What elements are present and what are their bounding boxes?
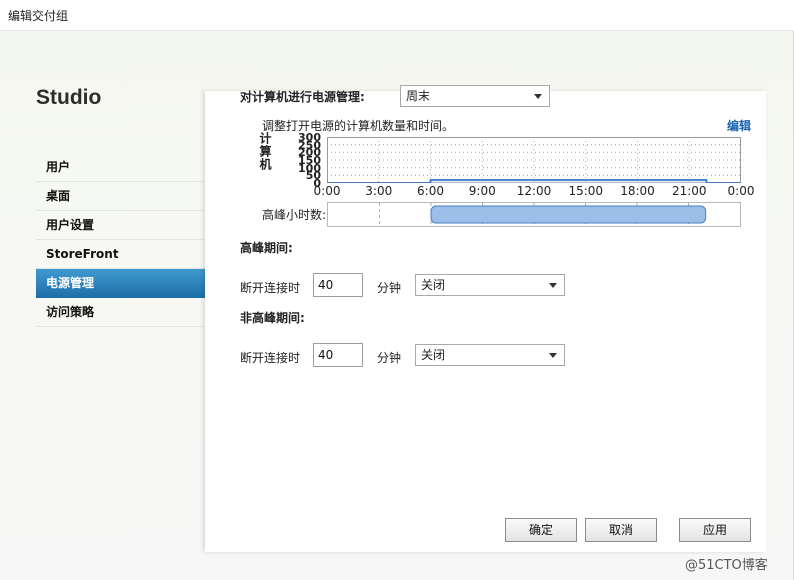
title-bar: 编辑交付组: [0, 0, 794, 31]
peak-hours-bar[interactable]: [430, 205, 707, 224]
sidebar-item-power-management[interactable]: 电源管理: [36, 269, 217, 298]
apply-button[interactable]: 应用: [679, 518, 751, 542]
offpeak-heading: 非高峰期间:: [240, 311, 305, 325]
x-tick-label: 18:00: [620, 184, 655, 198]
peak-hours-track: [327, 202, 741, 227]
x-tick-label: 6:00: [417, 184, 444, 198]
ok-button[interactable]: 确定: [505, 518, 577, 542]
x-tick-label: 3:00: [365, 184, 393, 198]
sidebar-item-users[interactable]: 用户: [36, 153, 205, 182]
chart-plot-area: [327, 137, 741, 183]
offpeak-disconnect-minutes-input[interactable]: 40: [313, 343, 363, 367]
cancel-button[interactable]: 取消: [585, 518, 657, 542]
sidebar-item-label: 用户设置: [46, 218, 95, 232]
sidebar-nav: 用户 桌面 用户设置 StoreFront 电源管理 访问策略: [36, 153, 217, 327]
peak-action-select[interactable]: 关闭: [415, 274, 565, 296]
chart-ylabel: 计算机: [258, 132, 272, 171]
schedule-select-value: 周末: [406, 89, 431, 103]
power-schedule-chart: [327, 137, 741, 183]
watermark-text: @51CTO博客: [685, 558, 768, 573]
offpeak-action-select[interactable]: 关闭: [415, 344, 565, 366]
window-title: 编辑交付组: [8, 9, 69, 23]
sidebar-item-desktops[interactable]: 桌面: [36, 182, 205, 211]
peak-hours-svg: [379, 203, 707, 226]
peak-minutes-unit: 分钟: [377, 281, 402, 295]
x-tick-label: 21:00: [671, 184, 707, 198]
x-tick-label: 12:00: [516, 184, 552, 198]
sidebar-item-user-settings[interactable]: 用户设置: [36, 211, 205, 240]
sidebar-item-label: 用户: [46, 160, 71, 174]
chevron-down-icon: [534, 94, 542, 99]
sidebar-item-label: 桌面: [46, 189, 71, 203]
sidebar-item-label: StoreFront: [46, 247, 119, 261]
sidebar-item-storefront[interactable]: StoreFront: [36, 240, 205, 269]
sidebar-item-label: 电源管理: [46, 276, 95, 290]
x-tick-label: 0:00: [313, 184, 341, 198]
adjust-description: 调整打开电源的计算机数量和时间。: [262, 119, 455, 133]
schedule-select[interactable]: 周末: [400, 85, 550, 107]
x-tick-label: 9:00: [468, 184, 496, 198]
power-manage-label: 对计算机进行电源管理:: [240, 90, 365, 104]
x-tick-label: 0:00: [727, 184, 755, 198]
peak-heading: 高峰期间:: [240, 241, 293, 255]
edit-link[interactable]: 编辑: [727, 117, 751, 134]
sidebar-item-access-policy[interactable]: 访问策略: [36, 298, 205, 327]
peak-action-value: 关闭: [421, 278, 446, 292]
x-tick-label: 15:00: [568, 184, 604, 198]
peak-hours-label: 高峰小时数:: [262, 208, 327, 222]
chevron-down-icon: [549, 283, 557, 288]
offpeak-disconnect-label: 断开连接时: [240, 351, 301, 365]
offpeak-action-value: 关闭: [421, 348, 446, 362]
chevron-down-icon: [549, 353, 557, 358]
sidebar-item-label: 访问策略: [46, 305, 95, 319]
peak-disconnect-label: 断开连接时: [240, 281, 301, 295]
brand-title: Studio: [36, 86, 102, 109]
offpeak-minutes-unit: 分钟: [377, 351, 402, 365]
peak-disconnect-minutes-input[interactable]: 40: [313, 273, 363, 297]
